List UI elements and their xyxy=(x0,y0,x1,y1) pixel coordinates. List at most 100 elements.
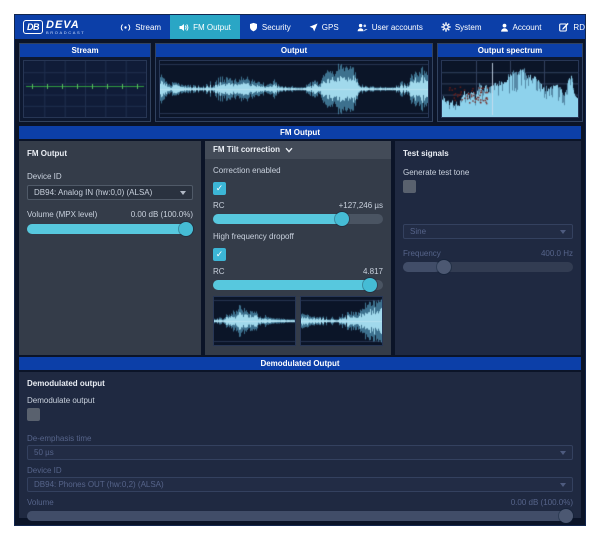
gps-icon xyxy=(309,22,318,31)
spectrum-panel-title: Output spectrum xyxy=(438,44,582,57)
rc2-label: RC xyxy=(213,267,225,276)
demodulated-output-card: Demodulated output Demodulate output De-… xyxy=(19,372,581,523)
spectrum-panel: Output spectrum xyxy=(437,43,583,122)
caret-down-icon xyxy=(560,482,566,487)
nav-gps[interactable]: GPS xyxy=(300,15,348,39)
demodulate-output-checkbox[interactable] xyxy=(27,408,40,421)
demodulate-output-label: Demodulate output xyxy=(27,396,95,405)
demod-card-title: Demodulated output xyxy=(27,379,105,388)
nav-fm-output-label: FM Output xyxy=(193,22,231,32)
deva-logo[interactable]: DB DEVA BROADCAST xyxy=(23,18,86,35)
demod-volume-label: Volume xyxy=(27,498,54,507)
nav-user-accounts-label: User accounts xyxy=(371,22,423,32)
person-icon xyxy=(500,23,508,32)
volume-mpx-value: 0.00 dB (100.0%) xyxy=(130,210,193,219)
demod-device-id-label: Device ID xyxy=(27,466,62,475)
nav-stream[interactable]: Stream xyxy=(111,15,170,39)
slider-handle[interactable] xyxy=(334,212,349,226)
stream-panel: Stream xyxy=(19,43,151,122)
volume-mpx-label: Volume (MPX level) xyxy=(27,210,98,219)
device-id-select-value: DB94: Analog IN (hw:0,0) (ALSA) xyxy=(34,188,153,197)
correction-enabled-checkbox[interactable] xyxy=(213,182,226,195)
fm-output-section-header: FM Output xyxy=(19,126,581,139)
broadcast-icon xyxy=(121,23,131,31)
device-id-label: Device ID xyxy=(27,172,62,181)
test-signals-card: Test signals Generate test tone Sine Fre… xyxy=(395,141,581,355)
output-panel: Output xyxy=(155,43,433,122)
tilt-waveform-after xyxy=(301,297,382,345)
rc1-value: +127,246 µs xyxy=(338,201,383,210)
correction-enabled-label: Correction enabled xyxy=(213,166,281,175)
caret-down-icon xyxy=(180,190,186,195)
deemphasis-label: De-emphasis time xyxy=(27,434,92,443)
generate-test-tone-label: Generate test tone xyxy=(403,168,470,177)
nav-account[interactable]: Account xyxy=(491,23,551,32)
output-panel-title: Output xyxy=(156,44,432,57)
frequency-label: Frequency xyxy=(403,249,441,258)
nav-system[interactable]: System xyxy=(432,15,491,39)
nav-stream-label: Stream xyxy=(135,22,162,32)
nav-user-accounts[interactable]: User accounts xyxy=(348,15,432,39)
fm-output-card-title: FM Output xyxy=(27,149,67,158)
slider-handle[interactable] xyxy=(179,222,193,236)
demod-device-id-select[interactable]: DB94: Phones OUT (hw:0,2) (ALSA) xyxy=(27,477,573,492)
nav-gps-label: GPS xyxy=(321,22,339,32)
nav-rds[interactable]: RDS xyxy=(550,22,585,32)
volume-mpx-slider[interactable] xyxy=(27,222,193,236)
edit-icon xyxy=(559,22,570,32)
monitor-panels: Stream Output Output spectrum xyxy=(15,39,585,124)
rc2-slider[interactable] xyxy=(213,278,383,292)
slider-handle[interactable] xyxy=(559,509,573,523)
navbar: DB DEVA BROADCAST Stream FM Output Secur… xyxy=(15,15,585,39)
rc1-slider[interactable] xyxy=(213,212,383,226)
deemphasis-select[interactable]: 50 µs xyxy=(27,445,573,460)
caret-down-icon xyxy=(560,450,566,455)
logo-sub: BROADCAST xyxy=(46,29,86,35)
nav-rds-label: RDS xyxy=(573,22,585,32)
stream-panel-title: Stream xyxy=(20,44,150,57)
nav-system-label: System xyxy=(454,22,482,32)
hf-dropoff-label: High frequency dropoff xyxy=(213,232,294,241)
tilt-waveform-before xyxy=(214,297,295,345)
deemphasis-select-value: 50 µs xyxy=(34,448,54,457)
shield-icon xyxy=(249,22,257,32)
nav-security[interactable]: Security xyxy=(240,15,300,39)
users-icon xyxy=(357,23,368,31)
demod-device-id-select-value: DB94: Phones OUT (hw:0,2) (ALSA) xyxy=(34,480,164,489)
demod-volume-slider[interactable] xyxy=(27,509,573,523)
test-waveform-select[interactable]: Sine xyxy=(403,224,573,239)
stream-scope xyxy=(24,61,146,117)
demod-section-header: Demodulated Output xyxy=(19,357,581,370)
fm-output-card: FM Output Device ID DB94: Analog IN (hw:… xyxy=(19,141,201,355)
speaker-icon xyxy=(179,23,189,31)
fm-tilt-card: FM Tilt correction Correction enabled RC… xyxy=(205,141,391,355)
logo-brand: DEVA xyxy=(46,18,80,31)
app-window: DB DEVA BROADCAST Stream FM Output Secur… xyxy=(14,14,586,526)
slider-handle[interactable] xyxy=(437,260,452,274)
nav-right: Account RDS xyxy=(491,15,585,39)
generate-test-tone-checkbox[interactable] xyxy=(403,180,416,193)
fm-tilt-header[interactable]: FM Tilt correction xyxy=(205,141,391,159)
logo-db-mark: DB xyxy=(23,20,43,34)
gear-icon xyxy=(441,22,451,32)
output-waveform xyxy=(160,61,428,117)
rc2-value: 4.817 xyxy=(362,267,383,276)
nav-security-label: Security xyxy=(261,22,291,32)
fm-tilt-header-label: FM Tilt correction xyxy=(213,145,280,154)
device-id-select[interactable]: DB94: Analog IN (hw:0,0) (ALSA) xyxy=(27,185,193,200)
frequency-slider[interactable] xyxy=(403,260,573,274)
test-waveform-select-value: Sine xyxy=(410,227,427,236)
demod-volume-value: 0.00 dB (100.0%) xyxy=(510,498,573,507)
hf-dropoff-checkbox[interactable] xyxy=(213,248,226,261)
slider-handle[interactable] xyxy=(362,278,377,292)
output-spectrum xyxy=(442,61,578,117)
fm-output-cards: FM Output Device ID DB94: Analog IN (hw:… xyxy=(19,141,581,355)
caret-down-icon xyxy=(560,229,566,234)
nav-items: Stream FM Output Security GPS User accou… xyxy=(111,15,490,39)
test-signals-title: Test signals xyxy=(403,149,449,158)
frequency-value: 400.0 Hz xyxy=(540,249,573,258)
chevron-down-icon xyxy=(285,147,293,153)
nav-fm-output[interactable]: FM Output xyxy=(170,15,240,39)
rc1-label: RC xyxy=(213,201,225,210)
nav-account-label: Account xyxy=(512,22,542,32)
